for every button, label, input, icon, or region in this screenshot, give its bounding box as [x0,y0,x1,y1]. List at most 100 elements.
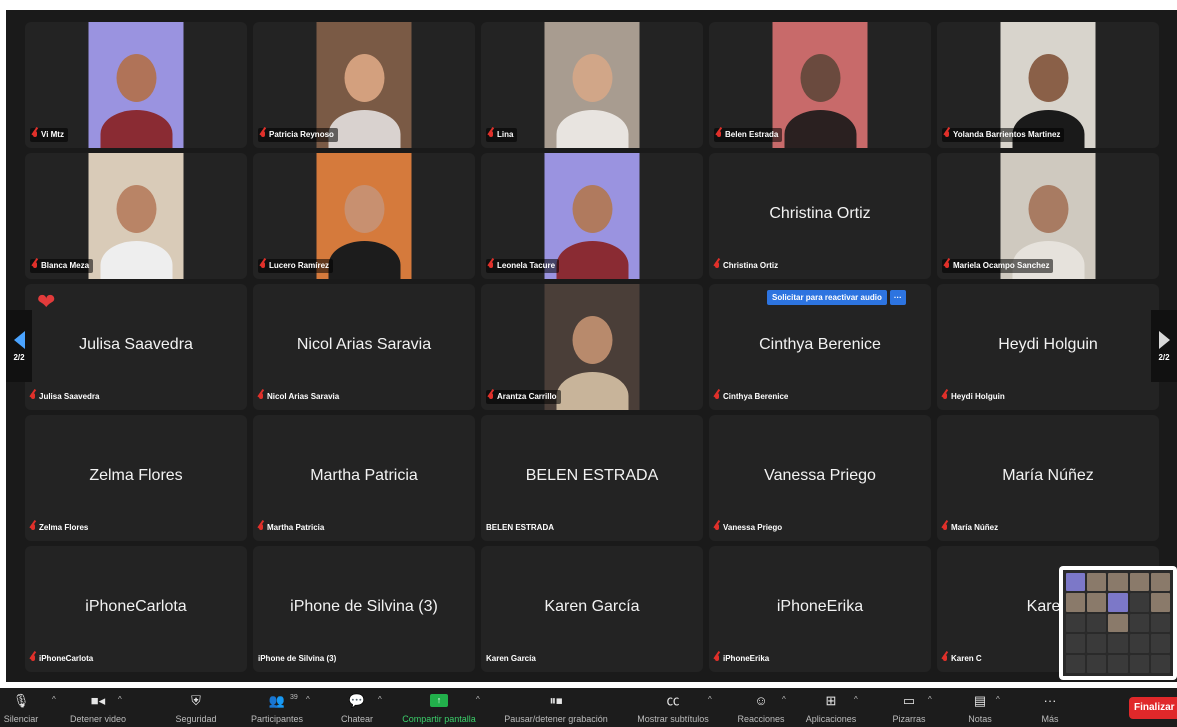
chat-bubble-icon: 💬 [348,693,366,708]
participant-tile[interactable]: Zelma Flores Zelma Flores [25,415,247,541]
chevron-up-icon[interactable]: ^ [928,695,932,704]
participant-tile[interactable]: María Núñez María Núñez [937,415,1159,541]
participants-button[interactable]: 👥 39 ^ Participantes [242,688,312,727]
participant-name-label: Mariela Ocampo Sanchez [953,261,1050,270]
participant-tile[interactable]: Julisa Saavedra ❤ Julisa Saavedra [25,284,247,410]
participant-tile[interactable]: Arantza Carrillo [481,284,703,410]
participant-display-name: iPhoneErika [776,598,864,616]
participant-name-tag: Zelma Flores [30,521,92,535]
participant-tile[interactable]: iPhoneErika iPhoneErika [709,546,931,672]
pause-stop-recording-button[interactable]: ⏸⏹ Pausar/detener grabación [490,688,622,727]
muted-mic-icon [944,130,950,140]
thumbnail-tile [1108,613,1128,633]
apps-button[interactable]: ⊞ ^ Aplicaciones [798,688,864,727]
meeting-toolbar: 🎙 ^ Silenciar ■◂ ^ Detener video ⛨ Segur… [0,688,1177,727]
emoji-plus-icon: ☺ [754,693,768,708]
closed-captions-icon: ㏄ [666,693,680,708]
participant-name-label: Christina Ortiz [723,261,779,270]
chevron-up-icon[interactable]: ^ [378,695,382,704]
participant-name-label: Vanessa Priego [723,523,783,532]
thumbnail-tile [1150,654,1170,673]
participant-tile[interactable]: Mariela Ocampo Sanchez [937,153,1159,279]
participant-video-head [572,185,612,233]
participant-name-tag: Mariela Ocampo Sanchez [942,259,1054,273]
arrow-left-icon [13,330,25,349]
participant-name-label: iPhone de Silvina (3) [258,654,337,663]
muted-mic-icon [260,261,266,271]
page-indicator-left: 2/2 [13,352,25,362]
participant-tile[interactable]: Patricia Reynoso [253,22,475,148]
participant-tile[interactable]: Yolanda Barrientos Martinez [937,22,1159,148]
more-button[interactable]: ··· Más [1030,688,1070,727]
chevron-up-icon[interactable]: ^ [996,695,1000,704]
participant-video-head [1028,54,1068,102]
previous-page-button[interactable]: 2/2 [6,310,32,382]
next-page-button[interactable]: 2/2 [1151,310,1177,382]
thumbnail-tile [1129,573,1149,592]
participant-tile[interactable]: iPhone de Silvina (3) iPhone de Silvina (… [253,546,475,672]
chevron-up-icon[interactable]: ^ [118,695,122,704]
whiteboards-button[interactable]: ▭ ^ Pizarras [884,688,934,727]
participant-tile[interactable]: Heydi Holguin Heydi Holguin [937,284,1159,410]
participant-display-name: Zelma Flores [89,467,183,485]
participant-name-label: Leonela Tacure [497,261,556,270]
chevron-up-icon[interactable]: ^ [306,695,310,704]
chevron-up-icon[interactable]: ^ [476,695,480,704]
ask-to-unmute-button[interactable]: Solicitar para reactivar audio [767,290,887,305]
muted-mic-icon [714,392,720,402]
participant-display-name: Julisa Saavedra [79,336,193,354]
participant-video-body [556,241,628,279]
thumbnail-tile [1066,654,1086,673]
participant-tile[interactable]: Lina [481,22,703,148]
participant-tile[interactable]: BELEN ESTRADA BELEN ESTRADA [481,415,703,541]
participant-video-body [100,110,172,148]
thumbnail-tile [1066,613,1086,633]
participant-more-button[interactable]: ··· [889,290,906,305]
participant-tile[interactable]: Martha Patricia Martha Patricia [253,415,475,541]
participant-name-tag: Vi Mtz [30,128,68,142]
muted-mic-icon [944,261,950,271]
participant-tile[interactable]: Vi Mtz [25,22,247,148]
gallery-view: Vi Mtz Patricia Reynoso Lina Belen Estrada Y… [6,10,1177,682]
participant-tile[interactable]: Vanessa Priego Vanessa Priego [709,415,931,541]
chevron-up-icon[interactable]: ^ [854,695,858,704]
chevron-up-icon[interactable]: ^ [708,695,712,704]
participant-display-name: Martha Patricia [310,467,418,485]
participant-tile[interactable]: Leonela Tacure [481,153,703,279]
stop-video-button[interactable]: ■◂ ^ Detener video [54,688,142,727]
security-button[interactable]: ⛨ Seguridad [164,688,228,727]
participant-tile[interactable]: Nicol Arias Saravia Nicol Arias Saravia [253,284,475,410]
participant-video-head [116,54,156,102]
chat-button[interactable]: 💬 ^ Chatear [332,688,382,727]
participant-name-tag: Lina [486,128,518,142]
participant-display-name: Heydi Holguin [998,336,1098,354]
participant-name-label: Martha Patricia [267,523,325,532]
participant-name-tag: María Núñez [942,521,1002,535]
video-camera-icon: ■◂ [90,693,106,708]
participant-name-tag: iPhoneErika [714,652,773,666]
participant-name-label: iPhoneCarlota [39,654,94,663]
muted-mic-icon [942,392,948,402]
participant-tile[interactable]: Karen García Karen García [481,546,703,672]
end-meeting-button[interactable]: Finalizar [1129,697,1177,719]
participant-tile[interactable]: Christina Ortiz Christina Ortiz [709,153,931,279]
participant-tile[interactable]: iPhoneCarlota iPhoneCarlota [25,546,247,672]
notes-button[interactable]: ▤ ^ Notas [960,688,1000,727]
mute-button[interactable]: 🎙 ^ Silenciar [0,688,56,727]
participant-tile[interactable]: Cinthya Berenice Solicitar para reactivar… [709,284,931,410]
reactions-button[interactable]: ☺ ^ Reacciones [730,688,792,727]
thumbnail-tile [1150,573,1170,592]
reactivate-audio-group: Solicitar para reactivar audio ··· [767,290,906,305]
participant-video-body [784,110,856,148]
share-screen-button[interactable]: ↑ ^ Compartir pantalla [394,688,484,727]
shared-screen-thumbnail[interactable] [1059,566,1177,680]
participant-tile[interactable]: Belen Estrada [709,22,931,148]
chevron-up-icon[interactable]: ^ [782,695,786,704]
participant-name-label: BELEN ESTRADA [486,523,555,532]
show-captions-button[interactable]: ㏄ ^ Mostrar subtítulos [628,688,718,727]
participant-name-label: Cinthya Berenice [723,392,789,401]
page-indicator-right: 2/2 [1158,352,1170,362]
participant-tile[interactable]: Blanca Meza [25,153,247,279]
participant-tile[interactable]: Lucero Ramírez [253,153,475,279]
thumbnail-tile [1108,593,1128,612]
